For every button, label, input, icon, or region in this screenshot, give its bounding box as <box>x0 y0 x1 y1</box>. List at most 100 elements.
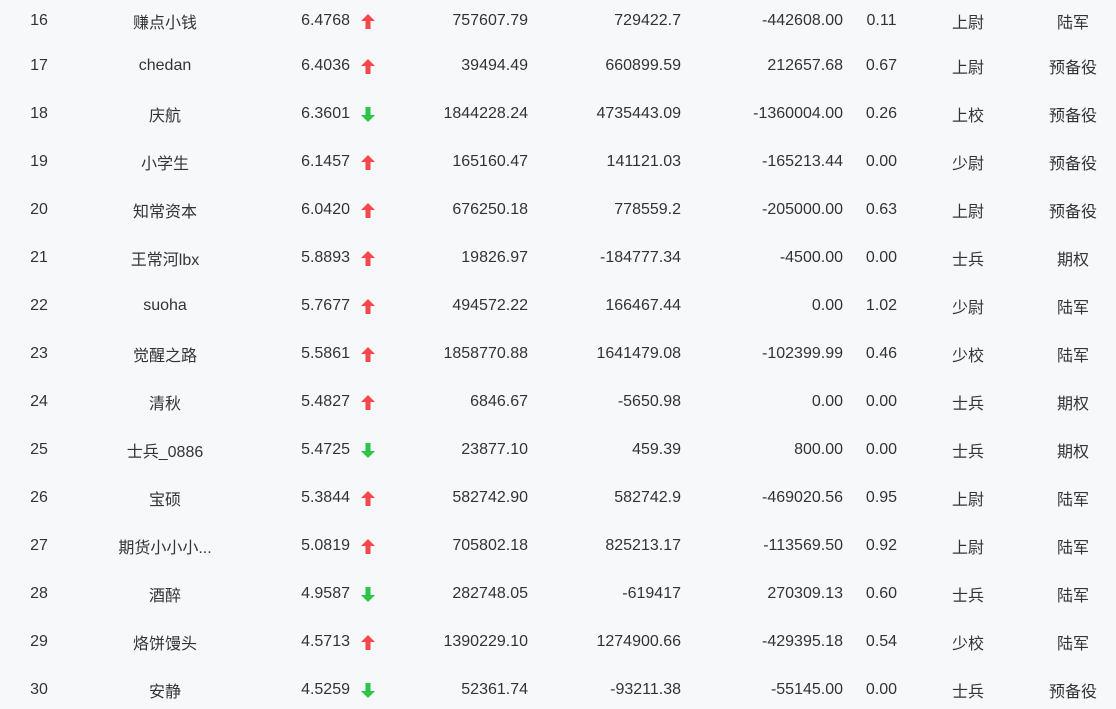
table-row[interactable]: 16 赚点小钱 6.4768 757607.79 729422.7 -442608.00 0… <box>0 0 1116 42</box>
arrow-up-icon <box>357 42 379 90</box>
table-row[interactable]: 17 chedan 6.4036 39494.49 660899.59 212657.68… <box>0 42 1116 90</box>
value2-cell: -93211.38 <box>610 681 681 698</box>
level-cell: 士兵 <box>951 588 984 605</box>
ratio-cell: 0.26 <box>865 105 898 122</box>
category-cell: 预备役 <box>1048 684 1097 701</box>
level-cell: 士兵 <box>951 444 984 461</box>
rank-cell: 16 <box>30 12 48 29</box>
ratio-cell: 1.02 <box>865 297 898 314</box>
score-cell: 5.0819 <box>301 537 350 554</box>
value2-cell: -619417 <box>622 585 681 602</box>
value3-cell: 212657.68 <box>767 57 843 74</box>
name-cell: suoha <box>143 297 187 314</box>
table-row[interactable]: 18 庆航 6.3601 1844228.24 4735443.09 -1360004.0… <box>0 90 1116 138</box>
rank-cell: 21 <box>30 249 48 266</box>
score-cell: 6.4036 <box>301 57 350 74</box>
score-cell: 5.3844 <box>301 489 350 506</box>
arrow-up-icon <box>357 186 379 234</box>
category-cell: 陆军 <box>1056 348 1089 365</box>
value1-cell: 582742.90 <box>452 489 528 506</box>
value1-cell: 757607.79 <box>452 12 528 29</box>
level-cell: 上尉 <box>951 204 984 221</box>
table-row[interactable]: 30 安静 4.5259 52361.74 -93211.38 -55145.00 0.00… <box>0 666 1116 709</box>
rank-cell: 23 <box>30 345 48 362</box>
value3-cell: -4500.00 <box>779 249 843 266</box>
name-cell: 士兵_0886 <box>126 444 204 461</box>
table-row[interactable]: 24 清秋 5.4827 6846.67 -5650.98 0.00 0.00 士兵 期权 <box>0 378 1116 426</box>
value1-cell: 23877.10 <box>461 441 528 458</box>
ratio-cell: 0.11 <box>866 12 897 29</box>
category-cell: 陆军 <box>1056 492 1089 509</box>
value2-cell: 729422.7 <box>614 12 681 29</box>
value1-cell: 6846.67 <box>470 393 528 410</box>
table-row[interactable]: 26 宝硕 5.3844 582742.90 582742.9 -469020.56 0.9… <box>0 474 1116 522</box>
ratio-cell: 0.63 <box>865 201 898 218</box>
value1-cell: 165160.47 <box>452 153 528 170</box>
ratio-cell: 0.00 <box>865 681 898 698</box>
rank-cell: 17 <box>30 57 48 74</box>
score-cell: 6.4768 <box>301 12 350 29</box>
value1-cell: 705802.18 <box>452 537 528 554</box>
arrow-down-icon <box>357 570 379 618</box>
name-cell: 酒醉 <box>148 588 181 605</box>
rank-cell: 22 <box>30 297 48 314</box>
value3-cell: -429395.18 <box>762 633 843 650</box>
name-cell: 期货小小小... <box>118 540 212 557</box>
ratio-cell: 0.95 <box>865 489 898 506</box>
arrow-up-icon <box>357 234 379 282</box>
table-row[interactable]: 23 觉醒之路 5.5861 1858770.88 1641479.08 -102399.… <box>0 330 1116 378</box>
score-cell: 4.5259 <box>301 681 350 698</box>
rank-cell: 25 <box>30 441 48 458</box>
level-cell: 上尉 <box>951 540 984 557</box>
score-cell: 5.4827 <box>301 393 350 410</box>
value2-cell: 1274900.66 <box>596 633 681 650</box>
table-row[interactable]: 27 期货小小小... 5.0819 705802.18 825213.17 -11356… <box>0 522 1116 570</box>
arrow-up-icon <box>357 474 379 522</box>
value2-cell: 825213.17 <box>605 537 681 554</box>
table-row[interactable]: 21 王常河lbx 5.8893 19826.97 -184777.34 -4500.00… <box>0 234 1116 282</box>
name-cell: 烙饼馒头 <box>132 636 197 653</box>
value1-cell: 282748.05 <box>452 585 528 602</box>
table-row[interactable]: 20 知常资本 6.0420 676250.18 778559.2 -205000.00 0… <box>0 186 1116 234</box>
value1-cell: 1858770.88 <box>443 345 528 362</box>
value2-cell: -184777.34 <box>600 249 681 266</box>
table-row[interactable]: 22 suoha 5.7677 494572.22 166467.44 0.00 1.02 少… <box>0 282 1116 330</box>
level-cell: 士兵 <box>951 252 984 269</box>
arrow-up-icon <box>357 138 379 186</box>
value2-cell: 778559.2 <box>614 201 681 218</box>
level-cell: 士兵 <box>951 684 984 701</box>
name-cell: 王常河lbx <box>130 252 200 269</box>
table-row[interactable]: 28 酒醉 4.9587 282748.05 -619417 270309.13 0.60 士… <box>0 570 1116 618</box>
score-cell: 5.8893 <box>301 249 350 266</box>
arrow-down-icon <box>357 666 379 709</box>
ratio-cell: 0.00 <box>865 249 898 266</box>
rank-cell: 19 <box>30 153 48 170</box>
ratio-cell: 0.00 <box>865 393 898 410</box>
value1-cell: 52361.74 <box>461 681 528 698</box>
value3-cell: -442608.00 <box>762 12 843 29</box>
value1-cell: 1390229.10 <box>443 633 528 650</box>
category-cell: 期权 <box>1056 252 1089 269</box>
value1-cell: 676250.18 <box>452 201 528 218</box>
arrow-up-icon <box>357 330 379 378</box>
level-cell: 少校 <box>951 348 984 365</box>
arrow-down-icon <box>357 426 379 474</box>
rank-cell: 28 <box>30 585 48 602</box>
score-cell: 6.0420 <box>301 201 350 218</box>
category-cell: 陆军 <box>1056 300 1089 317</box>
level-cell: 士兵 <box>951 396 984 413</box>
value3-cell: -469020.56 <box>762 489 843 506</box>
category-cell: 预备役 <box>1048 204 1097 221</box>
level-cell: 少尉 <box>951 156 984 173</box>
table-row[interactable]: 29 烙饼馒头 4.5713 1390229.10 1274900.66 -429395.… <box>0 618 1116 666</box>
rank-cell: 26 <box>30 489 48 506</box>
level-cell: 少尉 <box>951 300 984 317</box>
category-cell: 预备役 <box>1048 60 1097 77</box>
score-cell: 5.4725 <box>301 441 350 458</box>
value2-cell: 4735443.09 <box>596 105 681 122</box>
table-row[interactable]: 19 小学生 6.1457 165160.47 141121.03 -165213.44 0… <box>0 138 1116 186</box>
table-row[interactable]: 25 士兵_0886 5.4725 23877.10 459.39 800.00 0.00 士… <box>0 426 1116 474</box>
name-cell: 宝硕 <box>148 492 181 509</box>
category-cell: 陆军 <box>1056 15 1089 32</box>
ratio-cell: 0.46 <box>865 345 898 362</box>
